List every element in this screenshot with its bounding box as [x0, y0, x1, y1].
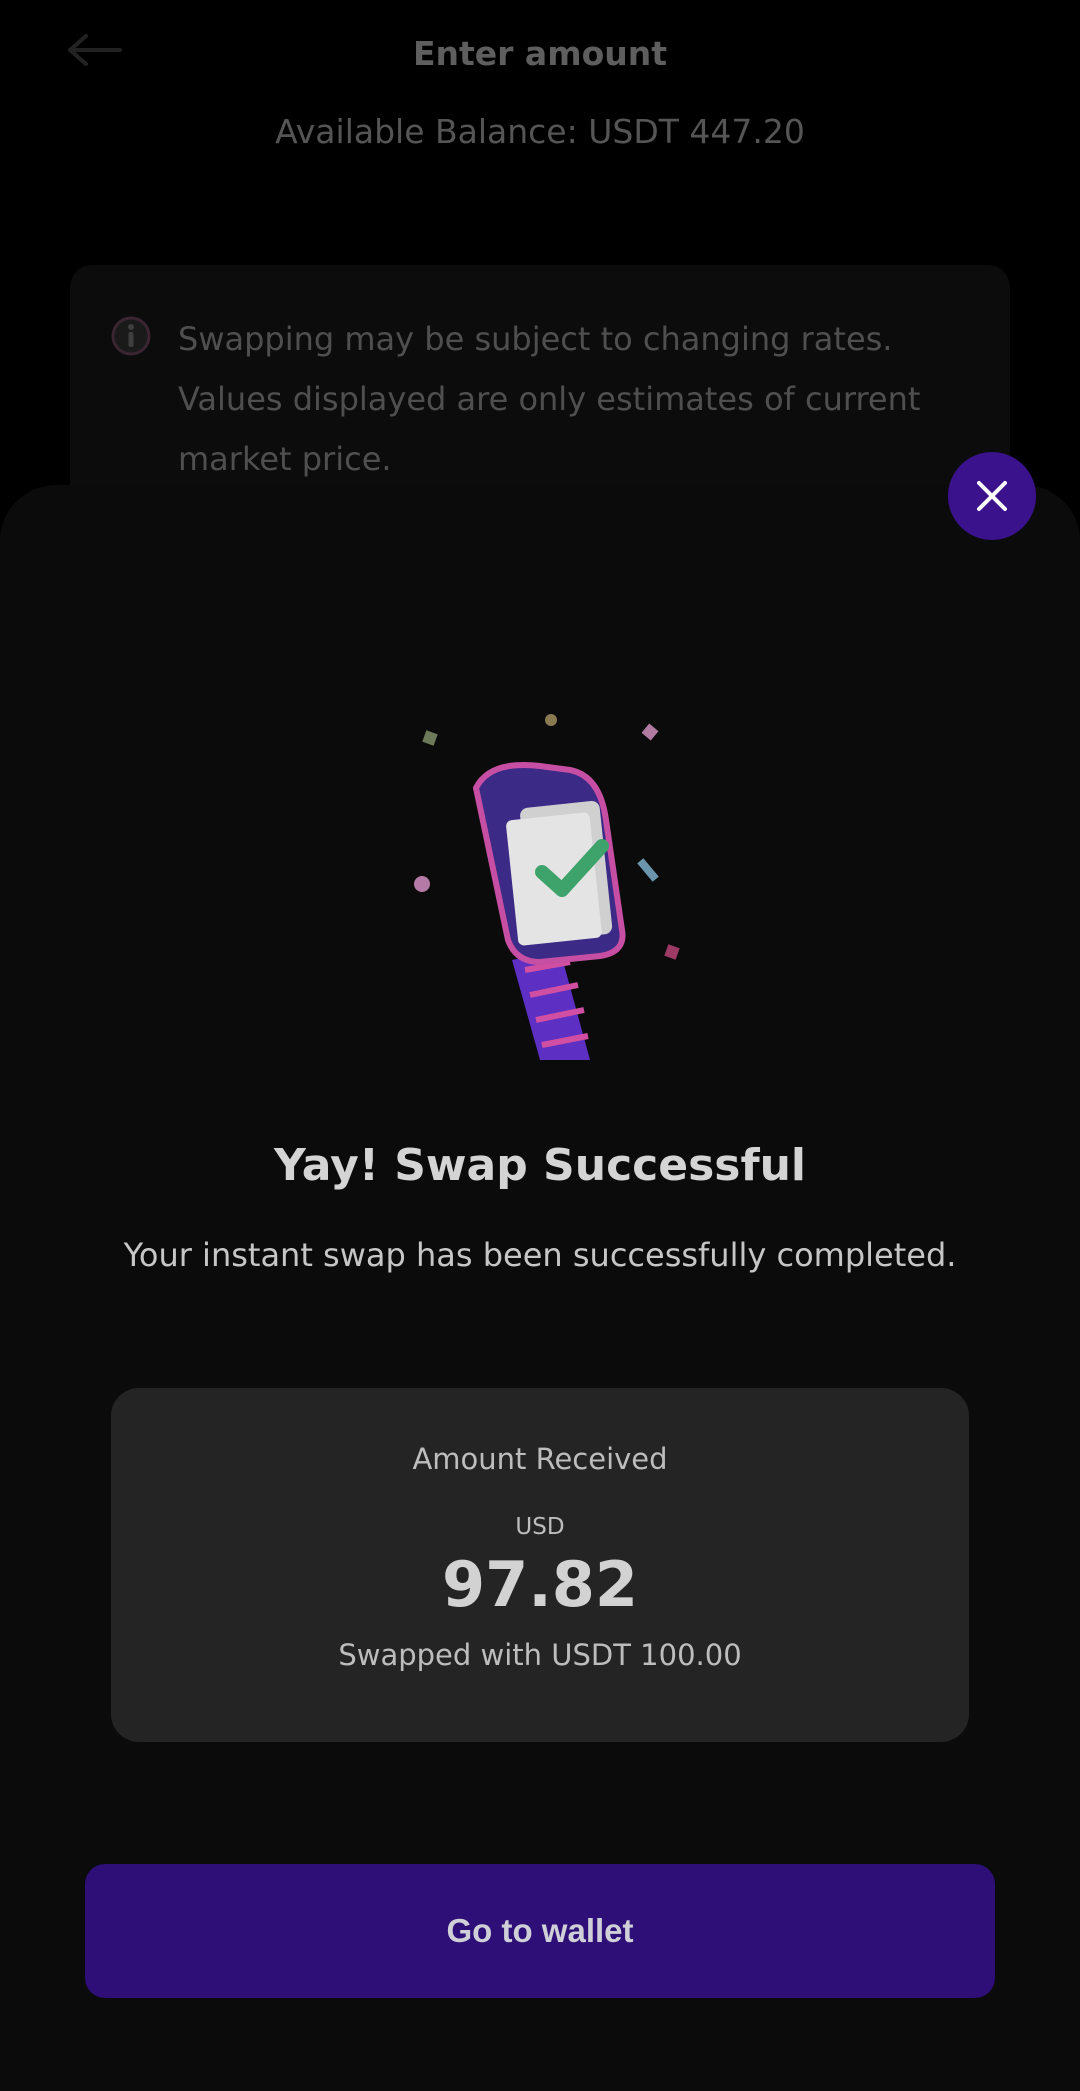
amount-received-label: Amount Received: [412, 1442, 668, 1476]
fitness-band-checkmark-illustration: [414, 714, 680, 1060]
amount-received-card: Amount Received USD 97.82 Swapped with U…: [111, 1388, 969, 1742]
close-button[interactable]: [948, 452, 1036, 540]
info-text: Swapping may be subject to changing rate…: [178, 320, 921, 478]
close-icon: [977, 481, 1007, 511]
amount-currency: USD: [515, 1514, 565, 1540]
info-icon: [111, 316, 151, 356]
available-balance: Available Balance: USDT 447.20: [275, 112, 805, 151]
swapped-with-text: Swapped with USDT 100.00: [338, 1638, 742, 1672]
go-to-wallet-button[interactable]: Go to wallet: [85, 1864, 995, 1998]
success-headline: Yay! Swap Successful: [273, 1140, 807, 1191]
page-title: Enter amount: [412, 34, 668, 73]
success-description: Your instant swap has been successfully …: [123, 1236, 957, 1274]
amount-value: 97.82: [441, 1548, 639, 1621]
